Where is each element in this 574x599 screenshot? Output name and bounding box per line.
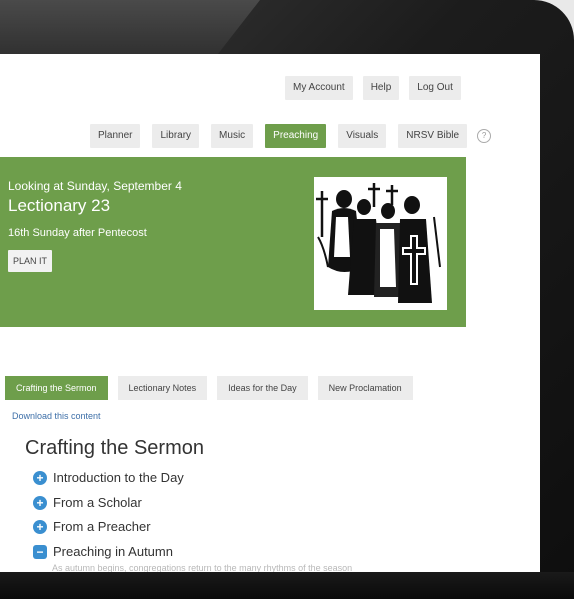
plus-circle-icon: + xyxy=(33,495,47,510)
nav-nrsv-bible[interactable]: NRSV Bible xyxy=(398,124,468,148)
plus-circle-icon: + xyxy=(33,470,47,485)
bezel-shine xyxy=(0,0,260,60)
nav-library[interactable]: Library xyxy=(152,124,200,148)
minus-square-icon: − xyxy=(33,544,47,559)
download-link[interactable]: Download this content xyxy=(12,411,101,421)
accordion-label: Preaching in Autumn xyxy=(53,544,173,559)
accordion-from-a-preacher[interactable]: + From a Preacher xyxy=(33,519,151,534)
plan-it-button[interactable]: PLAN IT xyxy=(8,250,53,272)
accordion-label: From a Preacher xyxy=(53,519,151,534)
device-bezel: My Account Help Log Out Planner Library … xyxy=(0,0,574,599)
accordion-label: Introduction to the Day xyxy=(53,470,184,485)
tab-new-proclamation[interactable]: New Proclamation xyxy=(317,376,413,400)
account-links: My Account Help Log Out xyxy=(285,76,461,100)
nav-planner[interactable]: Planner xyxy=(90,124,141,148)
accordion-from-a-scholar[interactable]: + From a Scholar xyxy=(33,495,142,510)
nav-visuals[interactable]: Visuals xyxy=(338,124,387,148)
help-button[interactable]: Help xyxy=(362,76,400,100)
hero-date: Looking at Sunday, September 4 xyxy=(8,179,182,193)
nav-preaching[interactable]: Preaching xyxy=(265,124,327,148)
my-account-button[interactable]: My Account xyxy=(285,76,353,100)
hero-banner: Looking at Sunday, September 4 Lectionar… xyxy=(0,157,466,327)
log-out-button[interactable]: Log Out xyxy=(409,76,461,100)
hero-title: Lectionary 23 xyxy=(8,196,111,215)
tab-ideas-for-the-day[interactable]: Ideas for the Day xyxy=(217,376,308,400)
tab-lectionary-notes[interactable]: Lectionary Notes xyxy=(117,376,208,400)
help-icon[interactable]: ? xyxy=(477,129,492,143)
plus-circle-icon: + xyxy=(33,519,47,534)
accordion-preaching-in-autumn[interactable]: − Preaching in Autumn xyxy=(33,544,173,559)
tab-crafting-the-sermon[interactable]: Crafting the Sermon xyxy=(5,376,108,400)
saints-drawing-icon xyxy=(316,183,441,303)
bezel-bottom xyxy=(0,572,574,599)
accordion-label: From a Scholar xyxy=(53,495,142,510)
saints-illustration xyxy=(314,177,447,310)
app-screen: My Account Help Log Out Planner Library … xyxy=(0,54,540,574)
hero-subtitle: 16th Sunday after Pentecost xyxy=(8,227,147,239)
content-tabs: Crafting the Sermon Lectionary Notes Ide… xyxy=(5,376,413,400)
main-nav: Planner Library Music Preaching Visuals … xyxy=(90,124,492,148)
accordion-introduction[interactable]: + Introduction to the Day xyxy=(33,470,184,485)
nav-music[interactable]: Music xyxy=(211,124,254,148)
section-title: Crafting the Sermon xyxy=(25,437,204,459)
